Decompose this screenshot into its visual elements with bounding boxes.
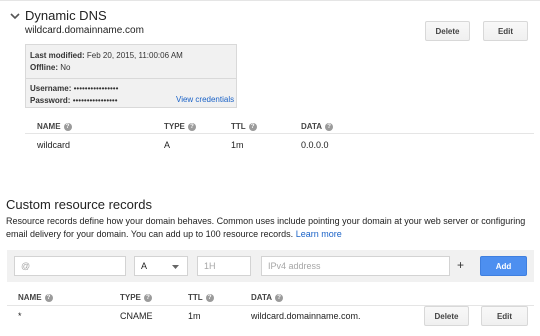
password-label: Password:: [30, 96, 71, 105]
ddns-row-ttl: 1m: [231, 140, 244, 150]
ddns-header-type: TYPE ?: [164, 122, 196, 131]
ddns-row-name: wildcard: [37, 140, 71, 150]
custom-header-ttl-label: TTL: [188, 293, 203, 302]
custom-description: Resource records define how your domain …: [6, 215, 534, 241]
record-edit-button[interactable]: Edit: [481, 306, 528, 326]
custom-header-ttl: TTL ?: [188, 293, 214, 302]
chevron-down-icon[interactable]: [9, 10, 21, 22]
custom-header-type: TYPE ?: [120, 293, 152, 302]
panel-divider: [25, 78, 237, 79]
ddns-row-data: 0.0.0.0: [301, 140, 329, 150]
username-row: Username: ••••••••••••••••: [30, 84, 118, 93]
custom-description-text: Resource records define how your domain …: [6, 216, 526, 239]
custom-header-data: DATA ?: [251, 293, 284, 302]
record-ttl-input[interactable]: 1H: [197, 256, 251, 276]
username-value: ••••••••••••••••: [73, 84, 119, 93]
custom-header-name-label: NAME: [18, 293, 42, 302]
record-type-select[interactable]: A: [134, 256, 188, 276]
ddns-header-data-label: DATA: [301, 122, 323, 131]
add-record-button[interactable]: Add: [480, 256, 527, 276]
view-credentials-link[interactable]: View credentials: [176, 95, 234, 104]
help-icon[interactable]: ?: [143, 293, 152, 302]
offline-value: No: [60, 63, 71, 72]
help-icon[interactable]: ?: [63, 122, 72, 131]
custom-header-name: NAME ?: [18, 293, 53, 302]
username-label: Username:: [30, 84, 72, 93]
ddns-header-data: DATA ?: [301, 122, 334, 131]
ddns-delete-button[interactable]: Delete: [425, 21, 470, 41]
ddns-edit-button[interactable]: Edit: [483, 21, 528, 41]
last-modified-row: Last modified: Feb 20, 2015, 11:00:06 AM: [30, 51, 183, 60]
table-divider: [25, 133, 534, 134]
ddns-header-type-label: TYPE: [164, 122, 185, 131]
section-title-custom-records: Custom resource records: [6, 197, 152, 212]
help-icon[interactable]: ?: [187, 122, 196, 131]
record-data-input[interactable]: IPv4 address: [261, 256, 450, 276]
record-type-value: A: [141, 261, 148, 271]
custom-row-ttl: 1m: [188, 311, 201, 321]
ddns-domain: wildcard.domainname.com: [25, 25, 144, 36]
help-icon[interactable]: ?: [325, 122, 334, 131]
dropdown-arrow-icon: [172, 261, 179, 271]
last-modified-value: Feb 20, 2015, 11:00:06 AM: [86, 51, 183, 60]
add-data-plus-icon[interactable]: +: [457, 258, 464, 272]
offline-label: Offline:: [30, 63, 58, 72]
offline-row: Offline: No: [30, 63, 70, 72]
top-divider: [0, 0, 540, 1]
help-icon[interactable]: ?: [248, 122, 257, 131]
password-row: Password: ••••••••••••••••: [30, 96, 118, 105]
ddns-header-name: NAME ?: [37, 122, 72, 131]
record-delete-button[interactable]: Delete: [424, 306, 469, 326]
help-icon[interactable]: ?: [44, 293, 53, 302]
help-icon[interactable]: ?: [205, 293, 214, 302]
help-icon[interactable]: ?: [275, 293, 284, 302]
custom-row-type: CNAME: [120, 311, 153, 321]
ddns-header-ttl: TTL ?: [231, 122, 257, 131]
custom-row-data: wildcard.domainname.com.: [251, 311, 361, 321]
custom-header-data-label: DATA: [251, 293, 273, 302]
ddns-header-name-label: NAME: [37, 122, 61, 131]
record-name-input[interactable]: @: [14, 256, 126, 276]
custom-row-name: *: [18, 311, 22, 321]
custom-header-type-label: TYPE: [120, 293, 141, 302]
last-modified-label: Last modified:: [30, 51, 85, 60]
section-title-dynamic-dns: Dynamic DNS: [25, 8, 107, 23]
learn-more-link[interactable]: Learn more: [296, 229, 342, 239]
password-value: ••••••••••••••••: [72, 96, 118, 105]
ddns-header-ttl-label: TTL: [231, 122, 246, 131]
ddns-row-type: A: [164, 140, 171, 150]
